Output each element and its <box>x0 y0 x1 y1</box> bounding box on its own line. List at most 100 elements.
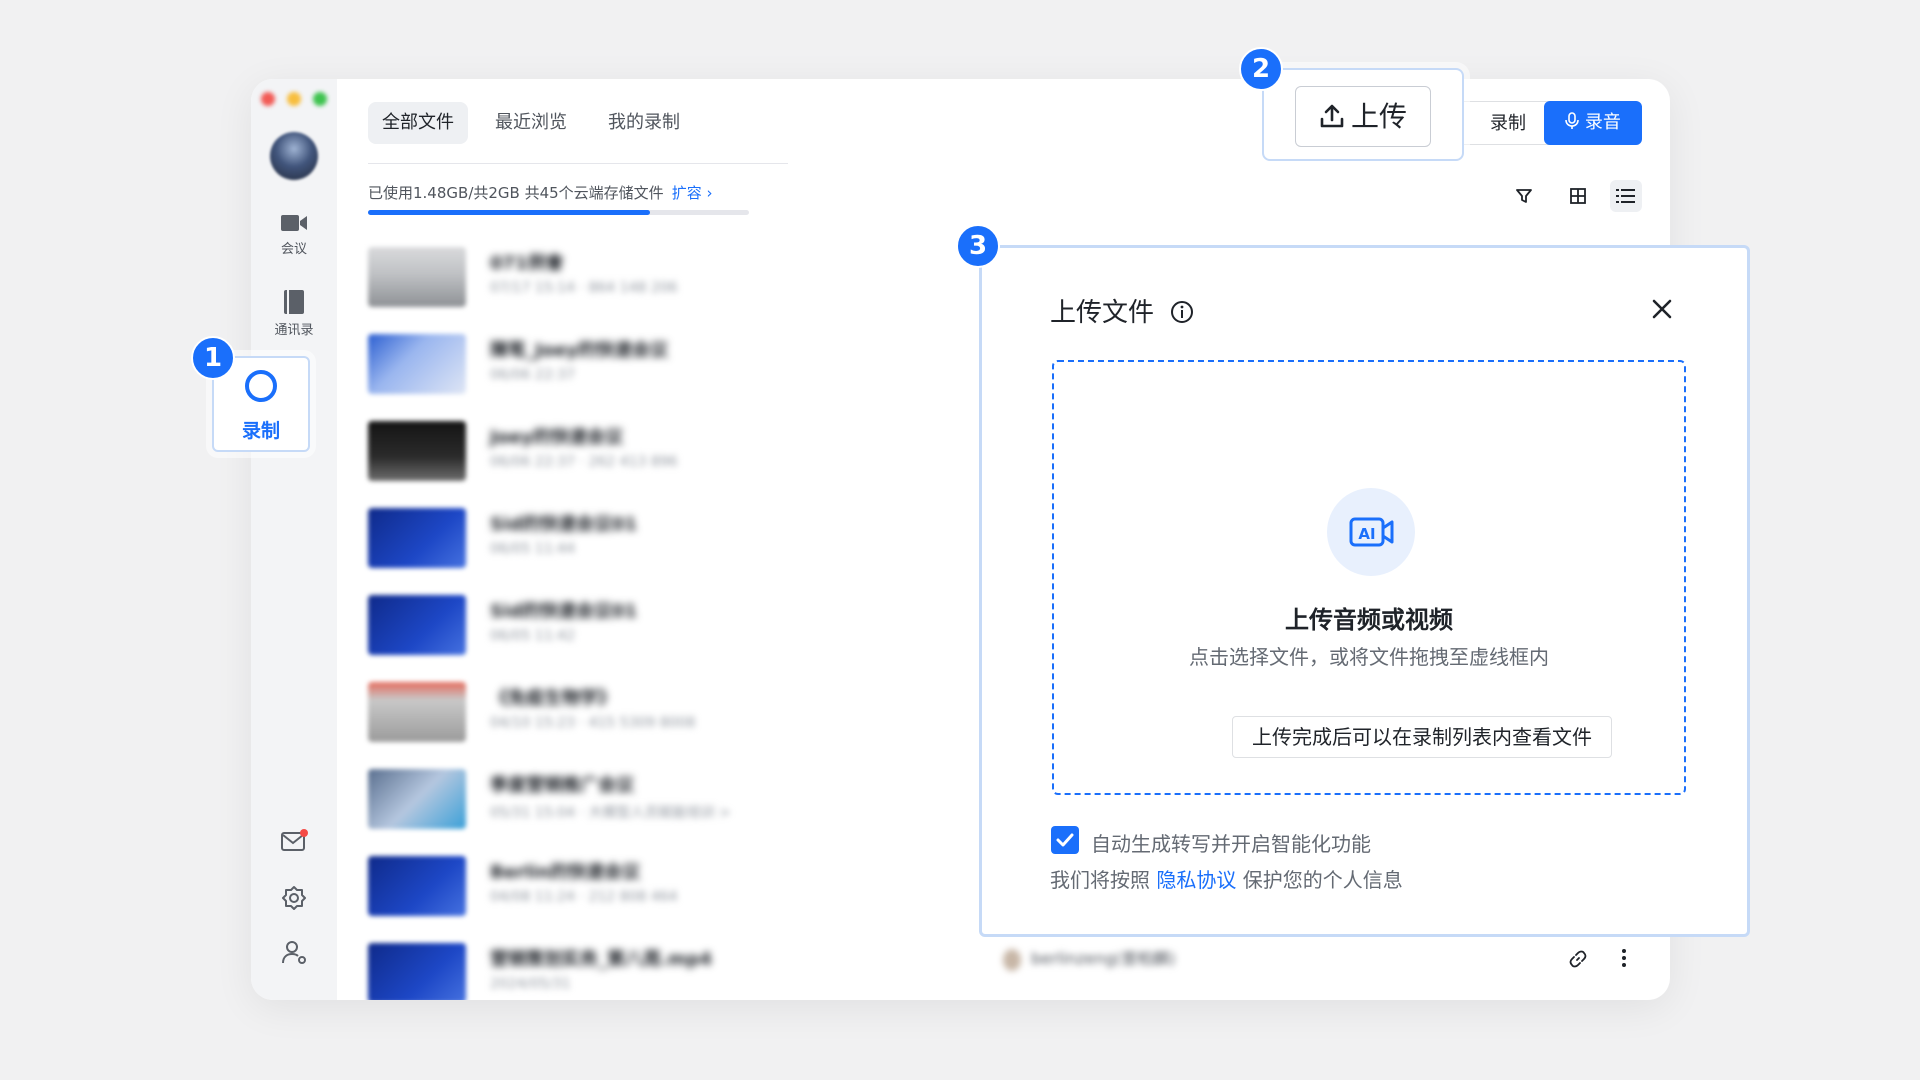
contacts-book-icon <box>284 290 304 314</box>
file-thumbnail <box>368 334 466 394</box>
filter-icon <box>1516 189 1532 203</box>
file-title: 陳笔_Joey的快速会议 <box>490 340 669 361</box>
file-thumbnail <box>368 856 466 916</box>
upload-button[interactable]: 上传 <box>1295 86 1431 147</box>
window-maximize-dot[interactable] <box>313 92 327 106</box>
file-thumbnail <box>368 769 466 829</box>
file-thumbnail <box>368 943 466 1000</box>
list-item[interactable]: 陳笔_Joey的快速会议 06/06 22:37 <box>368 334 828 398</box>
svg-text:AI: AI <box>1358 525 1375 543</box>
link-icon <box>1569 950 1587 968</box>
file-meta: 06/05 11:44 <box>490 541 576 557</box>
file-title: Sid的快速会议01 <box>490 514 638 535</box>
settings-button[interactable] <box>281 885 307 915</box>
more-vertical-icon <box>1622 949 1626 967</box>
filter-button[interactable] <box>1515 187 1533 209</box>
file-owner: berlinzeng(曾柏麟) <box>1003 945 1176 971</box>
expand-storage-link[interactable]: 扩容 › <box>672 184 713 202</box>
file-title: Sid的快速会议01 <box>490 601 638 622</box>
grid-view-icon <box>1570 188 1586 204</box>
privacy-policy-link[interactable]: 隐私协议 <box>1156 868 1236 892</box>
file-meta: 05/31 15:04 · 大模型人员赋能培训 > <box>490 805 731 821</box>
dialog-title: 上传文件 <box>1050 292 1194 329</box>
mail-icon <box>281 829 308 851</box>
sidebar: 会议 通讯录 <box>251 79 337 1000</box>
file-title: Berlin的快速会议 <box>490 862 640 883</box>
sidebar-item-meeting[interactable]: 会议 <box>251 212 337 257</box>
file-meta: 06/06 22:37 <box>490 367 576 383</box>
more-button[interactable] <box>1621 948 1627 972</box>
file-thumbnail <box>368 421 466 481</box>
file-title: Joey的快速会议 <box>490 427 624 448</box>
list-view-icon <box>1616 189 1635 203</box>
list-item[interactable]: Joey的快速会议 06/06 22:37 · 262 413 896 <box>368 421 828 485</box>
info-icon[interactable] <box>1170 300 1194 324</box>
window-minimize-dot[interactable] <box>287 92 301 106</box>
step-badge-2: 2 <box>1239 47 1283 91</box>
list-view-button[interactable] <box>1610 180 1642 212</box>
privacy-notice: 我们将按照 隐私协议 保护您的个人信息 <box>1050 868 1403 892</box>
settings-gear-icon <box>282 886 306 910</box>
auto-transcribe-checkbox[interactable] <box>1051 826 1079 854</box>
auto-transcribe-label: 自动生成转写并开启智能化功能 <box>1091 832 1371 856</box>
ai-video-icon: AI <box>1349 517 1394 547</box>
video-camera-icon <box>281 215 307 231</box>
sidebar-item-label: 会议 <box>280 242 307 257</box>
storage-usage-text: 已使用1.48GB/共2GB 共45个云端存储文件 <box>368 184 664 202</box>
mail-button[interactable] <box>280 829 308 857</box>
copy-link-button[interactable] <box>1569 950 1587 972</box>
storage-progress-fill <box>368 210 650 215</box>
drop-heading: 上传音频或视频 <box>1285 606 1453 634</box>
step-badge-3: 3 <box>956 224 1000 268</box>
tab-all-files[interactable]: 全部文件 <box>368 102 468 144</box>
checkmark-icon <box>1056 833 1074 847</box>
ai-video-badge: AI <box>1327 488 1415 576</box>
file-meta: 2024/05/31 <box>490 976 571 992</box>
file-meta: 04/10 15:23 · 415 5309 8008 <box>490 715 696 731</box>
file-thumbnail <box>368 682 466 742</box>
file-meta: 04/08 11:24 · 212 808 464 <box>490 889 678 905</box>
drop-hint: 点击选择文件，或将文件拖拽至虚线框内 <box>1189 645 1549 669</box>
avatar[interactable] <box>270 132 318 180</box>
tab-recent[interactable]: 最近浏览 <box>481 102 581 144</box>
sidebar-item-label: 通讯录 <box>274 323 314 338</box>
step-badge-1: 1 <box>191 336 235 380</box>
account-button[interactable] <box>281 939 309 971</box>
callout-upload: 上传 <box>1262 68 1464 161</box>
tab-divider <box>368 163 788 164</box>
sidebar-item-contacts[interactable]: 通讯录 <box>251 289 337 338</box>
close-icon <box>1652 299 1672 319</box>
drop-note: 上传完成后可以在录制列表内查看文件 <box>1232 716 1612 758</box>
dialog-close-button[interactable] <box>1651 298 1673 324</box>
list-item[interactable]: Berlin的快速会议 04/08 11:24 · 212 808 464 <box>368 856 828 920</box>
storage-progress <box>368 210 749 215</box>
microphone-icon <box>1565 112 1579 129</box>
list-item[interactable]: 营销策划实务_第八周.mp4 2024/05/31 <box>368 943 828 1000</box>
window-close-dot[interactable] <box>261 92 275 106</box>
file-thumbnail <box>368 247 466 307</box>
list-item[interactable]: 季度营销推广会议 05/31 15:04 · 大模型人员赋能培训 > <box>368 769 828 833</box>
file-thumbnail <box>368 595 466 655</box>
list-item[interactable]: 071例會 07/17 15:14 · 864 148 206 <box>368 247 828 311</box>
record-circle-icon <box>245 370 277 402</box>
grid-view-button[interactable] <box>1569 187 1587 209</box>
owner-avatar <box>1003 948 1021 971</box>
list-item[interactable]: 《免疫生物学》 04/10 15:23 · 415 5309 8008 <box>368 682 828 746</box>
upload-dialog: 上传文件 AI 上传音频或视频 点击选择文件，或将文件拖拽至虚线框内 上传完成后… <box>979 245 1750 937</box>
file-title: 《免疫生物学》 <box>490 688 616 709</box>
file-meta: 06/06 22:37 · 262 413 896 <box>490 454 678 470</box>
file-title: 营销策划实务_第八周.mp4 <box>490 949 713 970</box>
tab-my-recordings[interactable]: 我的录制 <box>594 102 694 144</box>
file-title: 071例會 <box>490 253 564 274</box>
file-meta: 07/17 15:14 · 864 148 206 <box>490 280 678 296</box>
user-settings-icon <box>282 941 306 964</box>
sidebar-item-label: 录制 <box>241 420 280 442</box>
upload-icon <box>1320 104 1344 128</box>
file-meta: 06/05 11:42 <box>490 628 576 644</box>
list-item[interactable]: Sid的快速会议01 06/05 11:42 <box>368 595 828 659</box>
file-title: 季度营销推广会议 <box>490 775 634 796</box>
file-thumbnail <box>368 508 466 568</box>
list-item[interactable]: Sid的快速会议01 06/05 11:44 <box>368 508 828 572</box>
audio-record-button[interactable]: 录音 <box>1544 101 1642 145</box>
file-drop-zone[interactable]: AI 上传音频或视频 点击选择文件，或将文件拖拽至虚线框内 上传完成后可以在录制… <box>1052 360 1686 795</box>
